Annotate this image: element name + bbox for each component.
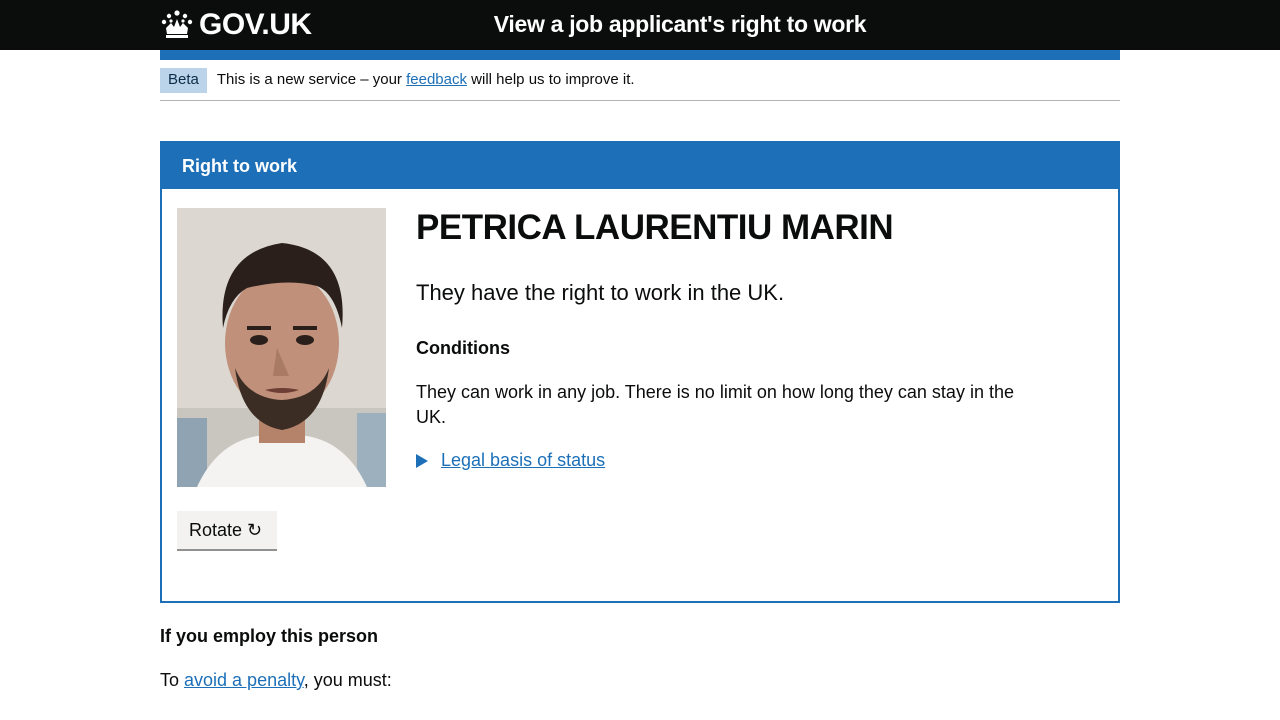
phase-banner: Beta This is a new service – your feedba… — [160, 68, 1120, 101]
phase-banner-text: This is a new service – your feedback wi… — [217, 68, 635, 92]
phase-text-before: This is a new service – your — [216, 71, 407, 88]
beta-tag: Beta — [160, 68, 207, 93]
feedback-link[interactable]: feedback — [406, 71, 467, 88]
employ-text: To avoid a penalty, you must: — [160, 668, 392, 692]
applicant-photo — [177, 208, 386, 487]
right-to-work-status: They have the right to work in the UK. — [416, 280, 785, 305]
site-header: GOV.UK View a job applicant's right to w… — [0, 0, 1280, 50]
right-to-work-panel: Right to work Rotate ↻ PETRICA LAURENTIU… — [160, 141, 1120, 603]
legal-basis-details[interactable]: Legal basis of status — [416, 450, 1036, 471]
service-name[interactable]: View a job applicant's right to work — [0, 11, 1280, 38]
employ-text-before: To — [160, 670, 185, 690]
header-blue-bar — [160, 50, 1120, 60]
avoid-penalty-link[interactable]: avoid a penalty — [184, 670, 304, 690]
conditions-text: They can work in any job. There is no li… — [416, 382, 1014, 427]
disclosure-triangle-icon[interactable] — [416, 453, 428, 468]
rotate-button[interactable]: Rotate ↻ — [177, 511, 277, 551]
applicant-name: PETRICA LAURENTIU MARIN — [416, 208, 894, 247]
panel-title: Right to work — [162, 143, 1118, 189]
legal-basis-link[interactable]: Legal basis of status — [441, 450, 605, 471]
employ-heading: If you employ this person — [160, 626, 379, 646]
applicant-portrait-image — [177, 208, 386, 487]
conditions-heading: Conditions — [416, 338, 510, 358]
employ-text-after: , you must: — [303, 670, 392, 690]
applicant-info: PETRICA LAURENTIU MARIN They have the ri… — [416, 208, 1036, 471]
phase-text-after: will help us to improve it. — [467, 71, 635, 88]
